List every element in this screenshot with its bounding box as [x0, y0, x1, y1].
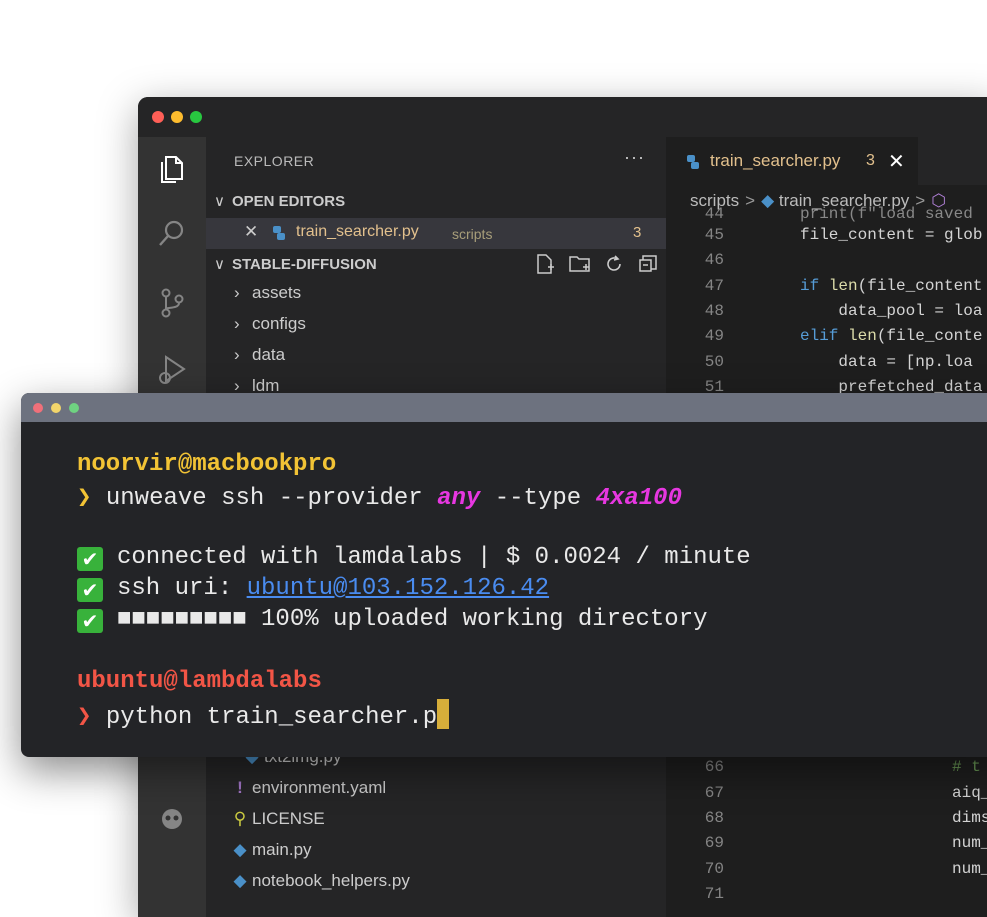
- tab-filename: train_searcher.py: [710, 151, 841, 170]
- close-window-button[interactable]: [152, 111, 164, 123]
- status-line-ssh-uri: ✔ ssh uri: ubuntu@103.152.126.42: [77, 575, 549, 602]
- status-line-upload: ✔ ■■■■■■■■■ 100% uploaded working directo…: [77, 606, 708, 633]
- ssh-uri-link[interactable]: ubuntu@103.152.126.42: [247, 575, 549, 602]
- minimize-window-button[interactable]: [171, 111, 183, 123]
- chevron-right-icon: ›: [234, 345, 240, 364]
- chevron-down-icon: ∨: [214, 193, 225, 210]
- project-section[interactable]: ∨ STABLE-DIFFUSION: [214, 255, 377, 273]
- terminal-titlebar: [21, 393, 987, 422]
- open-editor-filename: train_searcher.py: [296, 223, 419, 240]
- file-environment-yaml[interactable]: ! environment.yaml: [228, 778, 386, 798]
- python-icon: [273, 226, 285, 240]
- maximize-window-button[interactable]: [190, 111, 202, 123]
- maximize-window-button[interactable]: [69, 403, 79, 413]
- open-editors-section[interactable]: ∨ OPEN EDITORS: [214, 192, 345, 210]
- text-cursor: [437, 699, 450, 729]
- command-line-1: ❯ unweave ssh --provider any --type 4xa1…: [77, 485, 682, 512]
- status-line-connected: ✔ connected with lamdalabs | $ 0.0024 / m…: [77, 544, 751, 571]
- explorer-actions: [534, 253, 659, 280]
- refresh-icon[interactable]: [603, 253, 625, 275]
- python-icon: ◆: [233, 871, 247, 890]
- new-folder-icon[interactable]: [568, 253, 592, 275]
- close-icon[interactable]: ✕: [888, 149, 905, 174]
- more-actions-icon[interactable]: ···: [624, 147, 645, 168]
- project-label: STABLE-DIFFUSION: [232, 256, 377, 273]
- folder-assets[interactable]: › assets: [234, 283, 301, 303]
- close-window-button[interactable]: [33, 403, 43, 413]
- file-notebook-helpers[interactable]: ◆ notebook_helpers.py: [228, 871, 409, 891]
- chevron-right-icon: ›: [234, 314, 240, 333]
- yaml-icon: !: [237, 778, 243, 797]
- close-icon[interactable]: ✕: [244, 222, 258, 242]
- prompt-user-local: noorvir@macbookpro: [77, 451, 337, 478]
- folder-configs[interactable]: › configs: [234, 314, 306, 334]
- new-file-icon[interactable]: [534, 253, 556, 275]
- vscode-titlebar: [138, 97, 987, 137]
- folder-data[interactable]: › data: [234, 345, 285, 365]
- tab-train-searcher[interactable]: train_searcher.py 3 ✕: [666, 137, 918, 185]
- source-control-icon[interactable]: [154, 285, 190, 321]
- command-line-2[interactable]: ❯ python train_searcher.p: [77, 699, 450, 731]
- tab-bar: train_searcher.py 3 ✕: [666, 137, 987, 185]
- python-icon: [687, 155, 699, 169]
- explorer-icon[interactable]: [154, 151, 190, 187]
- minimize-window-button[interactable]: [51, 403, 61, 413]
- prompt-arrow-icon: ❯: [77, 704, 92, 731]
- open-editor-path: scripts: [452, 226, 493, 242]
- remote-explorer-icon[interactable]: [154, 801, 190, 837]
- open-editor-item[interactable]: ✕ train_searcher.py scripts 3: [206, 218, 666, 249]
- check-icon: ✔: [77, 578, 103, 602]
- run-debug-icon[interactable]: [154, 351, 190, 387]
- collapse-all-icon[interactable]: [637, 253, 659, 275]
- check-icon: ✔: [77, 609, 103, 633]
- tab-problem-badge: 3: [866, 152, 875, 169]
- check-icon: ✔: [77, 547, 103, 571]
- problem-count-badge: 3: [633, 224, 642, 241]
- chevron-right-icon: ›: [234, 283, 240, 302]
- file-license[interactable]: ⚲ LICENSE: [228, 809, 325, 829]
- open-editors-label: OPEN EDITORS: [232, 193, 346, 210]
- explorer-header: EXPLORER: [234, 153, 315, 169]
- prompt-arrow-icon: ❯: [77, 485, 92, 512]
- search-icon[interactable]: [154, 215, 190, 251]
- file-main-py[interactable]: ◆ main.py: [228, 840, 311, 860]
- chevron-down-icon: ∨: [214, 256, 225, 273]
- license-icon: ⚲: [233, 809, 247, 828]
- python-icon: ◆: [233, 840, 247, 859]
- terminal-window[interactable]: noorvir@macbookpro ❯ unweave ssh --provi…: [21, 393, 987, 757]
- prompt-user-remote: ubuntu@lambdalabs: [77, 668, 322, 695]
